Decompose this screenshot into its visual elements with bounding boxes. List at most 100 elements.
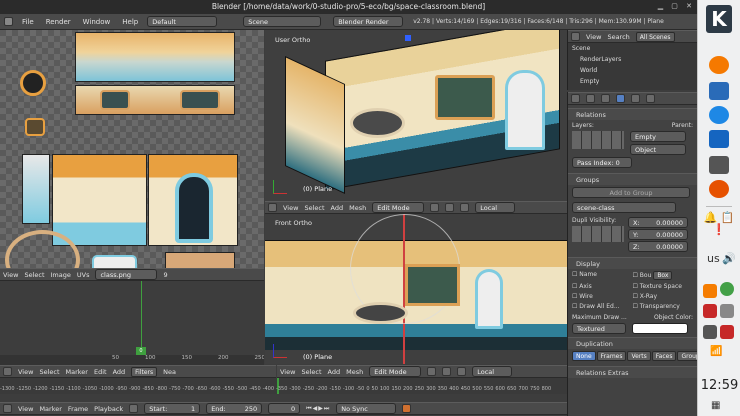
groups-panel-header[interactable]: Groups — [568, 173, 697, 185]
graph-menu-edit[interactable]: Edit — [94, 368, 107, 376]
menu-render[interactable]: Render — [43, 18, 74, 26]
xray-checkbox[interactable]: ☐ X-Ray — [633, 293, 694, 300]
properties-editor[interactable]: Relations Layers: Parent: Empty Object Pa… — [567, 92, 697, 416]
mode-selector[interactable]: Edit Mode — [369, 366, 422, 377]
material-tab-icon[interactable] — [646, 94, 655, 103]
scene-selector[interactable]: Scene — [243, 16, 322, 27]
pass-index-field[interactable]: Pass Index: 0 — [572, 157, 632, 168]
viewport-user-ortho[interactable]: User Ortho (0) Plane — [265, 30, 567, 201]
dupli-offset-z[interactable]: Z: 0.00000 — [628, 241, 688, 252]
menu-help[interactable]: Help — [119, 18, 141, 26]
v3d-menu-view[interactable]: View — [283, 204, 298, 212]
display-mode-selector[interactable]: All Scenes — [635, 31, 675, 42]
outliner-item-empty[interactable]: Empty — [568, 76, 697, 87]
outliner[interactable]: View Search All Scenes Scene RenderLayer… — [567, 30, 697, 90]
v3d-menu-add[interactable]: Add — [328, 368, 341, 376]
graph-menu-select[interactable]: Select — [39, 368, 59, 376]
volume-icon[interactable]: 🔊 — [722, 252, 736, 265]
v3d-menu-view[interactable]: View — [280, 368, 295, 376]
blender-icon[interactable] — [709, 56, 729, 74]
name-checkbox[interactable]: ☐ Name — [572, 271, 633, 280]
group-name-field[interactable]: scene-class — [572, 202, 676, 213]
editor-type-icon[interactable] — [3, 404, 12, 413]
shading-icon[interactable] — [427, 367, 437, 376]
kde-menu-icon[interactable]: K — [706, 5, 732, 33]
tl-menu-frame[interactable]: Frame — [68, 405, 88, 413]
editor-type-icon[interactable] — [571, 32, 580, 41]
render-engine-selector[interactable]: Blender Render — [333, 16, 404, 27]
duplication-panel-header[interactable]: Duplication — [568, 337, 697, 349]
record-icon[interactable] — [129, 404, 139, 413]
transparency-checkbox[interactable]: ☐ Transparency — [633, 303, 694, 310]
playback-controls[interactable]: ⏮◀▶⏭ — [306, 405, 330, 413]
graph-menu-marker[interactable]: Marker — [66, 368, 88, 376]
clipboard-icon[interactable] — [720, 304, 734, 318]
parent-type-selector[interactable]: Object — [630, 144, 686, 155]
disk-icon[interactable] — [703, 325, 717, 339]
layer-grid[interactable] — [572, 131, 624, 149]
render-tab-icon[interactable] — [571, 94, 580, 103]
tl-menu-view[interactable]: View — [18, 405, 33, 413]
shading-icon[interactable] — [430, 203, 440, 212]
draw-all-edges-checkbox[interactable]: ☐ Draw All Ed... — [572, 303, 633, 310]
object-color-swatch[interactable] — [632, 323, 688, 334]
modifier-tab-icon[interactable] — [631, 94, 640, 103]
start-frame-field[interactable]: Start: 1 — [144, 403, 201, 414]
uv-menu-view[interactable]: View — [3, 271, 18, 279]
teamviewer-icon[interactable] — [709, 106, 729, 124]
scene-tab-icon[interactable] — [586, 94, 595, 103]
uv-menu-uvs[interactable]: UVs — [77, 271, 90, 279]
security-icon[interactable] — [720, 325, 734, 339]
tl-menu-playback[interactable]: Playback — [94, 405, 123, 413]
graph-editor[interactable]: 0 50 100 150 200 250 — [0, 281, 264, 365]
clock[interactable]: 12:59 — [698, 378, 740, 393]
v3d-menu-select[interactable]: Select — [304, 204, 324, 212]
mode-selector[interactable]: Edit Mode — [372, 202, 425, 213]
wifi-icon[interactable]: 📶 — [710, 346, 722, 357]
v3d-menu-mesh[interactable]: Mesh — [349, 204, 366, 212]
wire-checkbox[interactable]: ☐ Wire — [572, 293, 633, 300]
v3d-menu-add[interactable]: Add — [331, 204, 344, 212]
add-to-group-button[interactable]: Add to Group — [572, 187, 690, 198]
manipulator-icon[interactable] — [460, 203, 470, 212]
texture-space-checkbox[interactable]: ☐ Texture Space — [633, 283, 694, 290]
v3d-menu-select[interactable]: Select — [301, 368, 321, 376]
dup-verts-button[interactable]: Verts — [627, 351, 651, 361]
dup-group-button[interactable]: Group — [677, 351, 697, 361]
editor-type-icon[interactable] — [268, 203, 277, 212]
axis-checkbox[interactable]: ☐ Axis — [572, 283, 633, 290]
outliner-item-world[interactable]: World — [568, 65, 697, 76]
display-panel-header[interactable]: Display — [568, 257, 697, 269]
pivot-icon[interactable] — [442, 367, 452, 376]
window-controls[interactable]: ▁ ▢ ✕ — [658, 2, 695, 10]
max-draw-type-selector[interactable]: Textured — [572, 323, 626, 334]
app-tray-icon[interactable] — [703, 304, 717, 318]
graph-menu-view[interactable]: View — [18, 368, 33, 376]
uv-menu-image[interactable]: Image — [51, 271, 71, 279]
tl-menu-marker[interactable]: Marker — [39, 405, 61, 413]
keying-icon[interactable] — [402, 404, 412, 413]
current-frame-field[interactable]: 0 — [268, 403, 301, 414]
normalize-toggle[interactable]: Nea — [163, 368, 176, 376]
dupli-offset-x[interactable]: X: 0.00000 — [628, 217, 688, 228]
dup-none-button[interactable]: None — [572, 351, 596, 361]
timeline-track[interactable]: -1300 -1250 -1200 -1150 -1100 -1050 -1000 -950-… — [0, 378, 567, 394]
orientation-selector[interactable]: Local — [472, 366, 513, 377]
sync-selector[interactable]: No Sync — [336, 403, 397, 414]
layout-selector[interactable]: Default — [147, 16, 218, 27]
v3d-menu-mesh[interactable]: Mesh — [346, 368, 363, 376]
relations-panel-header[interactable]: Relations — [568, 108, 697, 120]
editor-type-icon[interactable] — [3, 367, 12, 376]
outliner-menu-view[interactable]: View — [586, 33, 601, 41]
tray-icons[interactable]: 🔔 📋 ❗ — [703, 212, 735, 250]
dup-frames-button[interactable]: Frames — [596, 351, 627, 361]
viewport-front-ortho[interactable]: Front Ortho (0) Plane — [265, 214, 567, 364]
object-tab-icon[interactable] — [616, 94, 625, 103]
outliner-item-scene[interactable]: Scene — [568, 43, 697, 54]
filters-button[interactable]: Filters — [131, 366, 158, 377]
image-name-field[interactable]: class.png — [95, 269, 158, 280]
cloud-sync-icon[interactable] — [703, 284, 717, 298]
teamviewer-app-icon[interactable] — [709, 130, 729, 148]
keyboard-layout[interactable]: us — [707, 252, 720, 265]
graph-menu-add[interactable]: Add — [113, 368, 126, 376]
